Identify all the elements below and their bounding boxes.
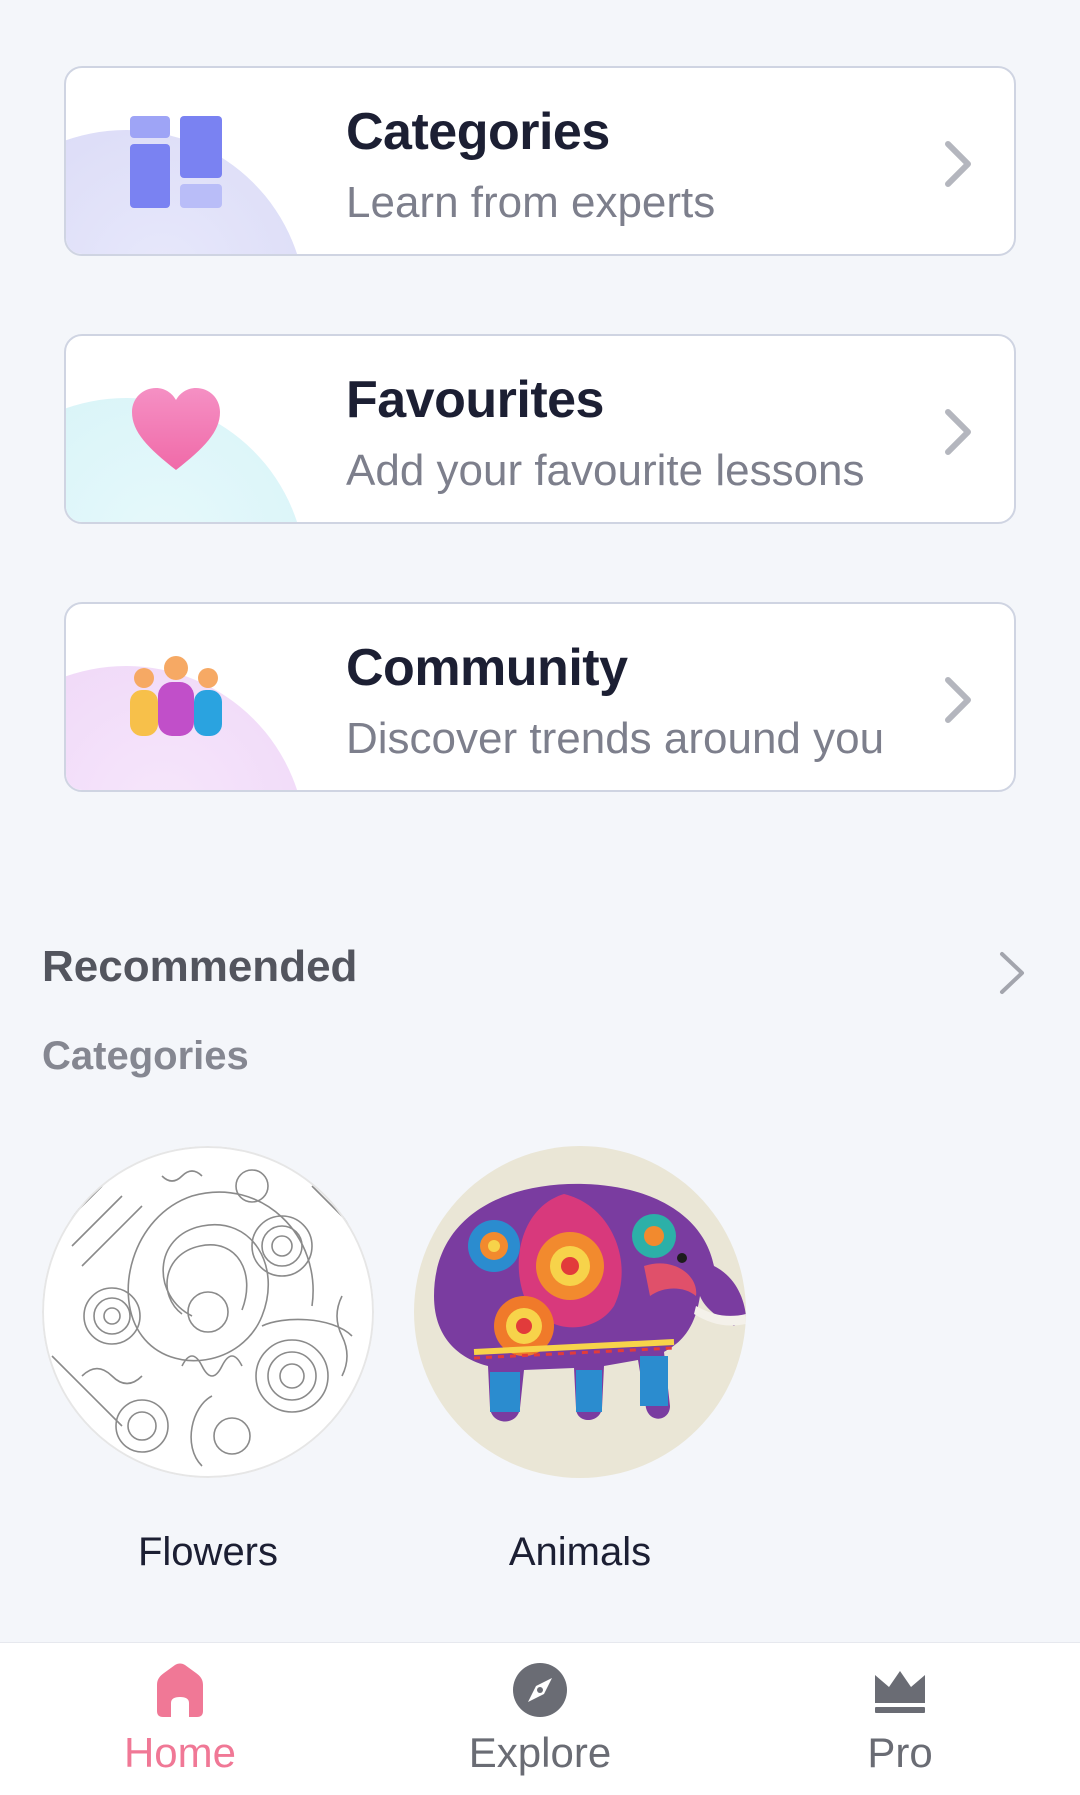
grid-icon: [128, 114, 224, 210]
tab-explore-label: Explore: [468, 1729, 612, 1776]
heart-icon: [128, 382, 224, 478]
tab-pro[interactable]: Pro: [750, 1643, 1050, 1795]
home-screen: Categories Learn from experts Favourites…: [0, 0, 1080, 1642]
category-animals[interactable]: Animals: [414, 1146, 746, 1575]
tab-explore[interactable]: Explore: [390, 1643, 690, 1795]
favourites-card[interactable]: Favourites Add your favourite lessons: [64, 334, 1016, 524]
card-subtitle: Learn from experts: [346, 178, 716, 227]
tab-home[interactable]: Home: [30, 1643, 330, 1795]
tab-home-label: Home: [123, 1729, 237, 1776]
recommended-subtitle: Categories: [42, 1034, 249, 1078]
category-label: Flowers: [137, 1530, 279, 1574]
card-title: Categories: [346, 103, 610, 161]
chevron-right-icon: [938, 406, 978, 458]
animals-thumbnail: [414, 1146, 746, 1478]
card-subtitle: Add your favourite lessons: [346, 446, 865, 495]
category-label: Animals: [508, 1530, 652, 1574]
compass-icon: [511, 1661, 569, 1719]
crown-icon: [871, 1661, 929, 1719]
recommended-title: Recommended: [42, 942, 358, 991]
category-flowers[interactable]: Flowers: [42, 1146, 374, 1575]
home-icon: [151, 1661, 209, 1719]
flowers-thumbnail: [42, 1146, 374, 1478]
tab-pro-label: Pro: [867, 1729, 933, 1776]
categories-card[interactable]: Categories Learn from experts: [64, 66, 1016, 256]
card-title: Community: [346, 639, 628, 697]
chevron-right-icon: [938, 138, 978, 190]
bottom-tab-bar: Home Explore Pro: [0, 1642, 1080, 1795]
people-icon: [128, 650, 224, 746]
card-title: Favourites: [346, 371, 604, 429]
card-subtitle: Discover trends around you: [346, 714, 885, 763]
chevron-right-icon[interactable]: [996, 948, 1028, 998]
chevron-right-icon: [938, 674, 978, 726]
community-card[interactable]: Community Discover trends around you: [64, 602, 1016, 792]
